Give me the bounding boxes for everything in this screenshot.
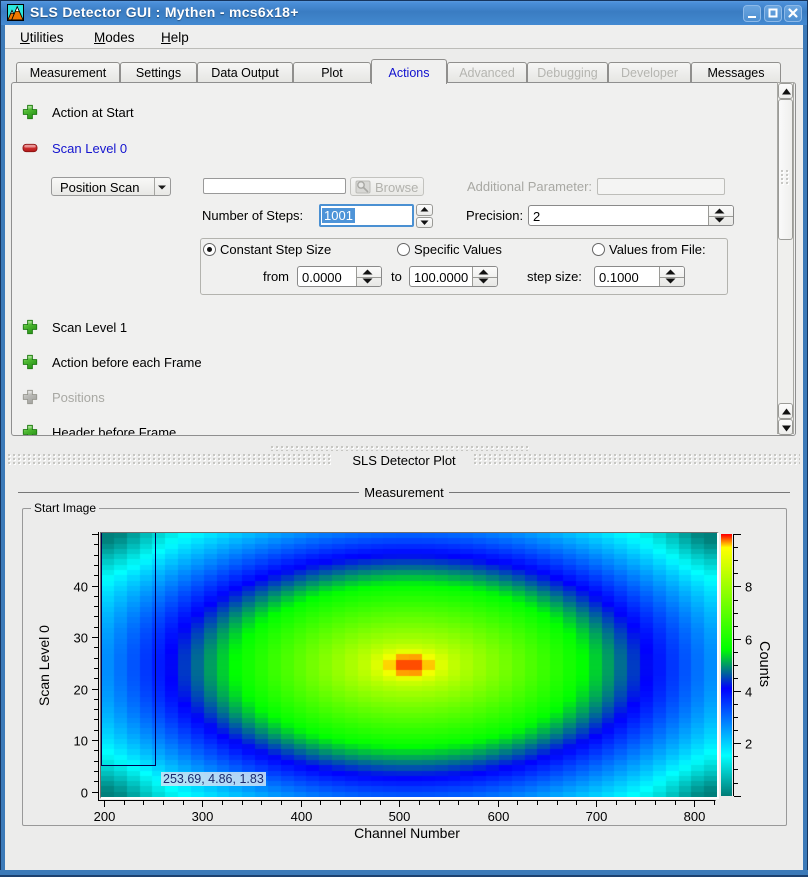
svg-text:300: 300 — [192, 809, 214, 824]
svg-text:8: 8 — [745, 580, 752, 595]
svg-text:4: 4 — [745, 685, 752, 700]
svg-text:2: 2 — [745, 737, 752, 752]
svg-text:700: 700 — [586, 809, 608, 824]
svg-text:400: 400 — [291, 809, 313, 824]
svg-text:500: 500 — [389, 809, 411, 824]
svg-text:200: 200 — [94, 809, 116, 824]
svg-text:600: 600 — [488, 809, 510, 824]
svg-text:30: 30 — [74, 631, 88, 646]
svg-text:800: 800 — [684, 809, 706, 824]
svg-text:10: 10 — [74, 734, 88, 749]
svg-text:6: 6 — [745, 633, 752, 648]
svg-text:40: 40 — [74, 580, 88, 595]
svg-text:0: 0 — [81, 786, 88, 801]
svg-text:20: 20 — [74, 683, 88, 698]
